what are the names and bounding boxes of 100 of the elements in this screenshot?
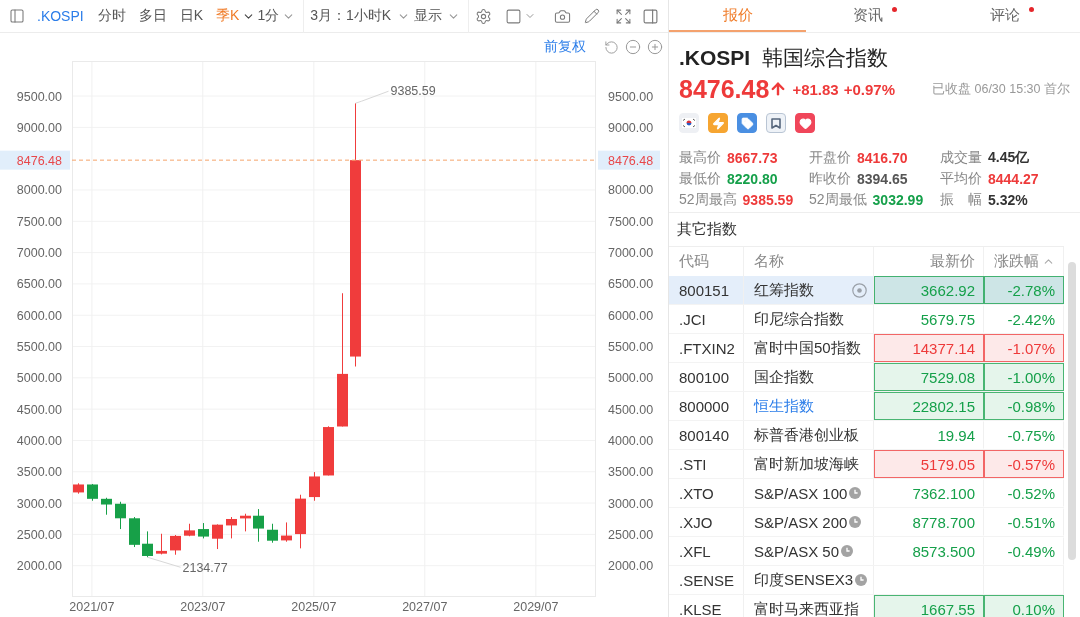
index-code: 800100 <box>669 363 744 391</box>
index-code: .KLSE <box>669 595 744 617</box>
column-header[interactable]: 名称 <box>754 252 784 271</box>
stat-label: 最高价 <box>679 148 721 167</box>
y-axis-label: 5500.00 <box>608 340 654 355</box>
table-row[interactable]: .FTXIN2 富时中国50指数 14377.14 -1.07% <box>669 334 1064 363</box>
period-tab[interactable]: 日K <box>179 7 204 25</box>
settings-icon[interactable] <box>475 7 492 25</box>
table-row[interactable]: 800151 红筹指数 3662.92 -2.78% <box>669 276 1064 305</box>
flag-icon <box>679 113 699 133</box>
index-name: 红筹指数 <box>754 280 814 300</box>
y2-tick-label: 8476.48 <box>608 153 654 168</box>
y-axis-label: 6000.00 <box>16 308 62 323</box>
index-code: 800140 <box>669 421 744 449</box>
index-name: 印尼综合指数 <box>754 309 844 329</box>
fullscreen-icon[interactable] <box>615 7 632 25</box>
zoom-out-icon[interactable] <box>625 39 641 55</box>
y-axis-label: 8000.00 <box>16 183 62 198</box>
table-row[interactable]: 800140 标普香港创业板 19.94 -0.75% <box>669 421 1064 450</box>
change-percent: -0.51% <box>984 508 1064 536</box>
y-axis-label: 6500.00 <box>16 277 62 292</box>
y-axis-label: 2000.00 <box>608 559 654 574</box>
stat-label: 昨收价 <box>809 169 851 188</box>
table-row[interactable]: .XTO S&P/ASX 100 7362.100 -0.52% <box>669 479 1064 508</box>
last-price: 3662.92 <box>874 276 984 304</box>
period-tab[interactable]: 分时 <box>97 7 126 25</box>
stat-value: 5.32% <box>988 191 1028 208</box>
camera-icon[interactable] <box>554 7 571 25</box>
y-axis-label: 7500.00 <box>608 214 654 229</box>
table-row[interactable]: .XJO S&P/ASX 200 8778.700 -0.51% <box>669 508 1064 537</box>
stat-label: 最低价 <box>679 169 721 188</box>
range-dropdown[interactable]: 3月：1小时K <box>310 7 411 25</box>
index-name: S&P/ASX 50 <box>754 542 840 560</box>
sidebar-toggle-icon[interactable] <box>9 8 25 24</box>
change-percent: -2.78% <box>984 276 1064 304</box>
quote-name: 韩国综合指数 <box>762 45 889 71</box>
table-row[interactable]: .SENSE 印度SENSEX3 <box>669 566 1064 595</box>
pencil-icon[interactable] <box>584 8 600 24</box>
quote-symbol: .KOSPI <box>679 46 751 70</box>
index-code: .JCI <box>669 305 744 333</box>
period-tab[interactable]: 多日 <box>138 7 167 25</box>
table-row[interactable]: .STI 富时新加坡海峡 5179.05 -0.57% <box>669 450 1064 479</box>
undo-icon[interactable] <box>604 39 619 55</box>
square-icon[interactable] <box>505 7 522 25</box>
x-axis-label: 2025/07 <box>291 600 337 614</box>
bookmark-icon[interactable] <box>766 113 786 133</box>
panel-tab[interactable]: 评论 <box>943 0 1080 32</box>
period-tab[interactable]: 1分 <box>257 7 296 25</box>
change-percent: -1.07% <box>984 334 1064 362</box>
table-row[interactable]: 800000 恒生指数 22802.15 -0.98% <box>669 392 1064 421</box>
index-code: .STI <box>669 450 744 478</box>
change-percent: -0.49% <box>984 537 1064 565</box>
column-header[interactable]: 涨跌幅 <box>994 252 1055 271</box>
candlestick <box>73 482 84 495</box>
y-axis-label: 3000.00 <box>16 496 62 511</box>
stat-value: 8444.27 <box>988 170 1039 187</box>
change-percent: -2.42% <box>984 305 1064 333</box>
column-header[interactable]: 最新价 <box>930 252 975 271</box>
index-code: .SENSE <box>669 566 744 594</box>
target-icon[interactable] <box>852 282 867 298</box>
panel-toggle-icon[interactable] <box>642 7 659 25</box>
y-axis-label: 7500.00 <box>16 214 62 229</box>
change-percent: -0.57% <box>984 450 1064 478</box>
column-header[interactable]: 代码 <box>679 252 709 271</box>
last-price: 8476.48 <box>679 74 770 104</box>
last-price: 7529.08 <box>874 363 984 391</box>
y-axis-label: 9000.00 <box>16 120 62 135</box>
last-price: 8778.700 <box>874 508 984 536</box>
candlestick <box>129 516 140 548</box>
last-price: 22802.15 <box>874 392 984 420</box>
candlestick <box>295 494 306 549</box>
last-price: 5179.05 <box>874 450 984 478</box>
display-dropdown[interactable]: 显示 <box>414 7 460 25</box>
symbol-link[interactable]: .KOSPI <box>37 8 84 24</box>
panel-tab[interactable]: 资讯 <box>806 0 943 32</box>
stat-value: 9385.59 <box>742 191 794 208</box>
current-price-label: 8476.48 <box>598 150 660 170</box>
market-status: 已收盘 06/30 15:30 首尔 <box>932 80 1070 98</box>
candlestick <box>198 522 209 539</box>
candlestick <box>87 483 98 502</box>
adjust-link[interactable]: 前复权 <box>544 38 586 56</box>
candlestick <box>240 513 251 532</box>
candlestick <box>184 523 195 537</box>
table-row[interactable]: .XFL S&P/ASX 50 8573.500 -0.49% <box>669 537 1064 566</box>
y-axis-label: 9500.00 <box>608 89 654 104</box>
scrollbar-thumb[interactable] <box>1068 262 1076 560</box>
zoom-in-icon[interactable] <box>647 39 663 55</box>
index-name: 富时新加坡海峡 <box>754 454 859 474</box>
last-price: 19.94 <box>874 421 984 449</box>
candlestick <box>212 523 223 550</box>
tag-icon[interactable] <box>737 113 757 133</box>
candlestick <box>170 534 181 556</box>
change-percent: -0.75% <box>984 421 1064 449</box>
table-row[interactable]: .JCI 印尼综合指数 5679.75 -2.42% <box>669 305 1064 334</box>
candlestick <box>226 516 237 539</box>
table-row[interactable]: 800100 国企指数 7529.08 -1.00% <box>669 363 1064 392</box>
lightning-icon[interactable] <box>708 113 728 133</box>
y-axis-label: 9000.00 <box>608 120 654 135</box>
index-name-link[interactable]: 恒生指数 <box>754 396 814 416</box>
table-row[interactable]: .KLSE 富时马来西亚指 1667.55 0.10% <box>669 595 1064 617</box>
